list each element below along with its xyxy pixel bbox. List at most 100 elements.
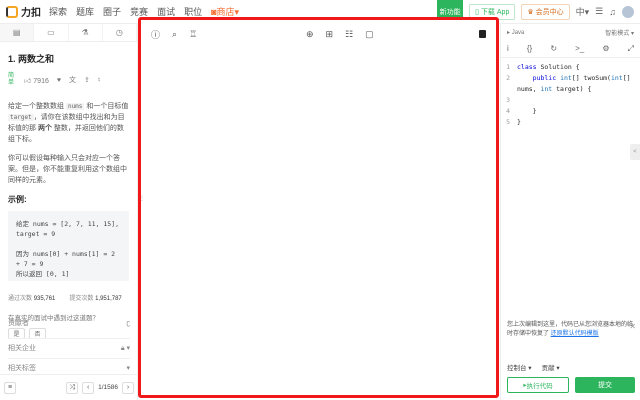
avatar[interactable] — [622, 5, 634, 18]
problem-footer: ≡ ⤨ ‹ 1/1586 › — [0, 374, 138, 400]
code-text: } — [517, 106, 537, 117]
code-token: public — [532, 74, 557, 82]
resize-handle[interactable]: ⋮ — [139, 195, 145, 202]
crown-icon: ♛ — [527, 8, 534, 16]
like-button[interactable]: 👍︎ 7916 — [24, 76, 49, 85]
tab-solutions[interactable]: ⚗ — [69, 24, 103, 41]
tab-description[interactable]: ▤ — [0, 24, 35, 41]
code-text: public int[] twoSum(int[] — [517, 73, 631, 84]
share-icon[interactable]: ⇪ — [84, 76, 90, 84]
list-icon[interactable]: ≡ — [4, 381, 16, 394]
related-company-section[interactable]: 相关企业 🔒︎ ▾ — [8, 338, 130, 353]
code-line: 3 — [501, 95, 640, 106]
contributor-section[interactable]: 贡献者 ʗ — [8, 318, 130, 328]
grid-icon[interactable]: ⊞ — [326, 29, 334, 40]
whiteboard-toolbar: ⓘ ⌕ ♖ ⊕ ⊞ ☷ ▢ — [141, 20, 496, 48]
zoom-icon[interactable]: ⌕ — [172, 29, 177, 40]
line-number: 3 — [506, 96, 510, 104]
nav-item-circle[interactable]: 圈子 — [103, 5, 121, 18]
code-token: Solution { — [536, 63, 580, 71]
language-select[interactable]: ▸ Java — [507, 29, 524, 36]
submit-count: 提交次数 1,951,787 — [69, 296, 122, 302]
code-token: } — [517, 107, 537, 115]
example-line: 给定 nums = [2, 7, 11, 15], target = 9 — [16, 220, 120, 238]
logo[interactable]: 力扣 — [6, 4, 41, 19]
language-toggle[interactable]: 中▾ — [576, 5, 590, 18]
problem-description: 给定一个整数数组 nums 和一个目标值 target ，请你在该数组中找出和为目… — [8, 103, 129, 143]
info-icon[interactable]: i — [507, 44, 509, 53]
code-line: 4 } — [501, 106, 640, 117]
related-tags-section[interactable]: 相关标签 ▾ — [8, 358, 130, 373]
braces-icon[interactable]: {} — [527, 44, 532, 53]
example-title: 示例: — [8, 195, 27, 204]
example-line — [16, 239, 121, 249]
side-collapse-tab[interactable]: < — [630, 144, 640, 160]
terminal-icon[interactable]: >_ — [575, 44, 584, 53]
example-line: 所以返回 [0, 1] — [16, 270, 70, 278]
layout-icon[interactable] — [479, 30, 486, 38]
translate-icon[interactable]: 文 — [69, 75, 76, 85]
code-token: [] — [622, 74, 631, 82]
line-number: 1 — [506, 63, 510, 71]
code-line: nums, int target) { — [501, 84, 640, 95]
nav-item-explore[interactable]: 探索 — [49, 5, 67, 18]
code-token: int — [610, 74, 623, 82]
run-code-button[interactable]: ▸ 执行代码 — [507, 377, 569, 393]
next-icon[interactable]: › — [122, 381, 134, 394]
editor-mode-select[interactable]: 智能模式 ▾ — [605, 28, 634, 37]
code-line: 2 public int[] twoSum(int[] — [501, 73, 640, 84]
upload-icon[interactable]: ⊕ — [306, 29, 314, 40]
restore-default-link[interactable]: 还原默认代码模版 — [551, 331, 599, 337]
code-text: nums, int target) { — [517, 84, 591, 95]
code-editor[interactable]: 1 class Solution {2 public int[] twoSum(i… — [501, 58, 640, 128]
code-text: } — [517, 117, 521, 128]
shuffle-icon[interactable]: ⤨ — [66, 381, 79, 394]
line-number: 2 — [506, 74, 510, 82]
favorite-icon[interactable]: ♥ — [57, 77, 61, 84]
line-number: 4 — [506, 107, 510, 115]
nav-item-problems[interactable]: 题库 — [76, 5, 94, 18]
thumbs-up-icon: 👍︎ — [24, 77, 32, 85]
problem-tabs: ▤ ▭ ⚗ ◷ — [0, 24, 137, 42]
bell-icon[interactable]: ♫ — [609, 7, 616, 17]
prev-icon[interactable]: ‹ — [82, 381, 95, 394]
reset-icon[interactable]: ↻ — [550, 44, 557, 53]
problem-note: 你可以假设每种输入只会对应一个答案。但是，你不能重复利用这个数组中同样的元素。 — [8, 155, 127, 184]
example-line: 因为 nums[0] + nums[1] = 2 + 7 = 9 — [16, 250, 116, 268]
code-token: target) { — [552, 85, 592, 93]
difficulty-badge: 简单 — [8, 73, 15, 86]
tab-comments[interactable]: ▭ — [34, 24, 69, 41]
vip-center-button[interactable]: ♛ 会员中心 — [521, 3, 570, 20]
chevron-down-icon: ▾ — [126, 365, 130, 372]
notify-icon[interactable]: ♮ — [98, 76, 101, 84]
settings-icon[interactable]: ⚙ — [602, 44, 609, 53]
fullscreen-icon[interactable]: ⤢ — [628, 44, 634, 54]
page-indicator: 1/1586 — [98, 384, 118, 391]
frame-icon[interactable]: ▢ — [365, 29, 374, 40]
brush-icon[interactable]: ♖ — [189, 29, 197, 40]
code-text: class Solution { — [517, 62, 580, 73]
problem-stats: 通过次数 935,761 提交次数 1,951,787 — [8, 293, 129, 302]
console-toggle[interactable]: 控制台 ▾ — [507, 362, 532, 372]
code-token: } — [517, 118, 521, 126]
code-panel: ▸ Java 智能模式 ▾ i {} ↻ >_ ⚙ ⤢ 1 class Solut… — [500, 24, 640, 400]
list-icon[interactable]: ☰ — [595, 6, 603, 17]
whiteboard-panel: ⓘ ⌕ ♖ ⊕ ⊞ ☷ ▢ ⋮ — [138, 17, 499, 398]
tab-submissions[interactable]: ◷ — [103, 24, 137, 41]
contribute-toggle[interactable]: 贡献 ▾ — [542, 362, 560, 372]
code-line: 1 class Solution { — [501, 62, 640, 73]
logo-icon — [6, 5, 18, 18]
leetcode-icon: ʗ — [126, 319, 131, 327]
info-icon[interactable]: ⓘ — [151, 28, 160, 41]
language-row: ▸ Java 智能模式 ▾ — [501, 24, 640, 40]
submit-button[interactable]: 提交 — [575, 377, 635, 393]
close-icon[interactable]: ✕ — [629, 322, 636, 331]
phone-icon: ▯ — [475, 8, 479, 16]
code-token: class — [517, 63, 537, 71]
pager: ⤨ ‹ 1/1586 › — [66, 381, 134, 394]
console-row: 控制台 ▾ 贡献 ▾ — [507, 362, 560, 372]
clock-icon: ◷ — [115, 28, 123, 37]
pass-count: 通过次数 935,761 — [8, 296, 56, 302]
checklist-icon[interactable]: ☷ — [345, 29, 353, 40]
